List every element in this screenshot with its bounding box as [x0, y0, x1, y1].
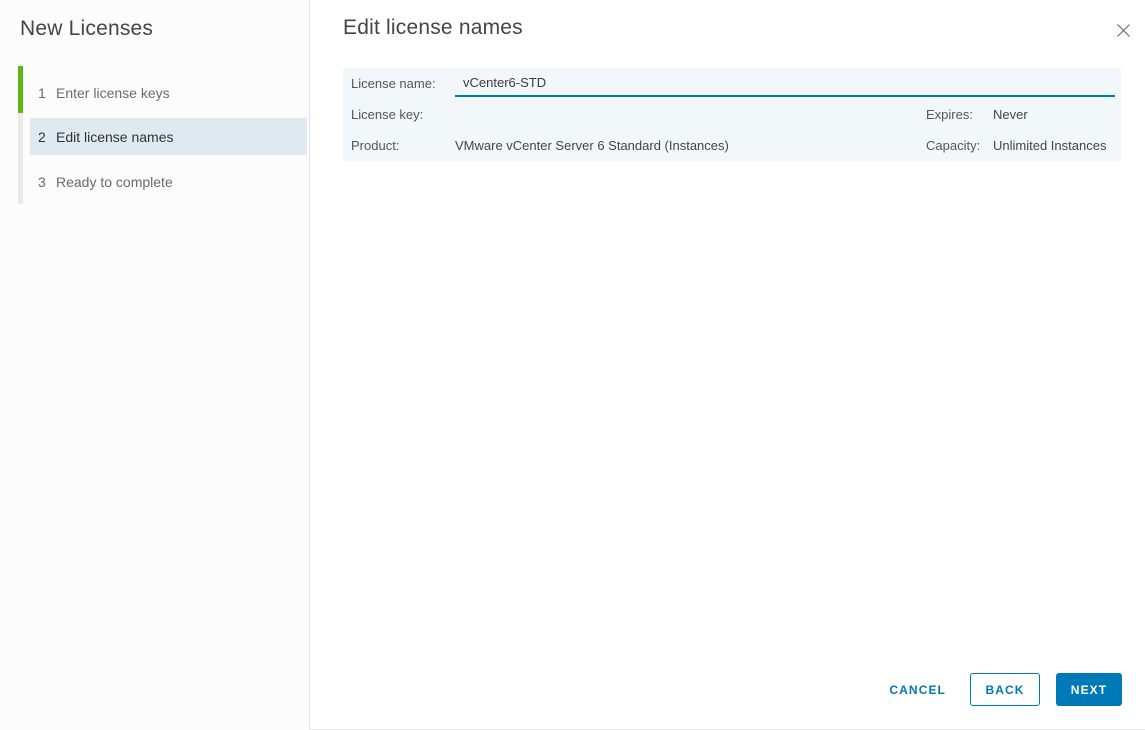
capacity-label: Capacity:: [926, 138, 981, 153]
expires-value: Never: [993, 107, 1028, 122]
wizard-sidebar: New Licenses 1 Enter license keys 2 Edit…: [0, 0, 310, 730]
license-key-label: License key:: [351, 107, 424, 122]
sidebar-step-ready-to-complete[interactable]: 3 Ready to complete: [30, 163, 307, 200]
page-title: Edit license names: [343, 16, 523, 39]
license-name-row: License name:: [351, 68, 1115, 99]
product-label: Product:: [351, 138, 400, 153]
step-number: 2: [38, 128, 46, 145]
sidebar-step-enter-license-keys[interactable]: 1 Enter license keys: [30, 74, 307, 111]
license-name-input[interactable]: [455, 73, 1115, 97]
cancel-button[interactable]: CANCEL: [889, 673, 946, 706]
capacity-value: Unlimited Instances: [993, 138, 1107, 153]
wizard-title: New Licenses: [20, 17, 154, 40]
step-number: 1: [38, 84, 46, 101]
license-details-panel: License name: License key: Expires: Neve…: [343, 68, 1121, 161]
steps-progress-track: [18, 66, 23, 204]
license-key-row: License key: Expires: Never: [351, 99, 1115, 130]
back-button[interactable]: BACK: [970, 673, 1040, 706]
step-label: Enter license keys: [56, 84, 170, 101]
close-icon: [1116, 23, 1131, 38]
next-button[interactable]: NEXT: [1056, 673, 1122, 706]
step-label: Ready to complete: [56, 173, 173, 190]
close-button[interactable]: [1113, 20, 1133, 40]
expires-label: Expires:: [926, 107, 973, 122]
product-value: VMware vCenter Server 6 Standard (Instan…: [455, 138, 729, 153]
sidebar-step-edit-license-names[interactable]: 2 Edit license names: [30, 118, 307, 155]
step-label: Edit license names: [56, 128, 174, 145]
wizard-footer-actions: CANCEL BACK NEXT: [889, 673, 1122, 706]
product-row: Product: VMware vCenter Server 6 Standar…: [351, 130, 1115, 161]
step-number: 3: [38, 173, 46, 190]
license-name-label: License name:: [351, 76, 436, 91]
step-completed-indicator: [18, 66, 23, 113]
